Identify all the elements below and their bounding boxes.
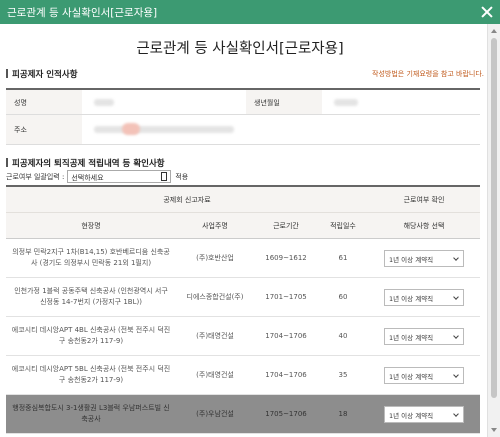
group-header-report: 공제회 신고자료 bbox=[163, 195, 211, 204]
period-cell: 1704~1706 bbox=[265, 370, 307, 379]
site-cell: 에코시티 데시앙APT 5BL 신축공사 (전북 전주시 덕진구 송천동2가 1… bbox=[11, 365, 171, 384]
col-employer: 사업주명 bbox=[202, 221, 228, 230]
col-site: 현장명 bbox=[81, 221, 101, 230]
address-value-redacted bbox=[82, 115, 480, 144]
section-heading-personal: 피공제자 인적사항 bbox=[6, 68, 78, 80]
col-select: 해당사항 선택 bbox=[403, 221, 445, 230]
birth-label: 생년월일 bbox=[246, 90, 322, 114]
work-type-select[interactable]: 1년 이상 계약직 bbox=[384, 249, 464, 267]
select-cell: 1년 이상 계약직 bbox=[368, 278, 480, 316]
period-cell: 1705~1706 bbox=[265, 409, 307, 418]
guide-notice[interactable]: 작성방법은 기재요령을 참고 바랍니다. bbox=[372, 69, 484, 79]
section-heading-records: 피공제자의 퇴직공제 적립내역 등 확인사항 bbox=[6, 157, 165, 169]
table-row: 의정부 민락2지구 1차(B14,15) 호반베르디움 신축공사 (경기도 의정… bbox=[6, 239, 480, 278]
chevron-down-icon bbox=[453, 371, 459, 378]
col-days: 적립일수 bbox=[330, 221, 356, 230]
table-row: 에코시티 데시앙APT 4BL 신축공사 (전북 전주시 덕진구 송천동2가 1… bbox=[6, 317, 480, 356]
site-cell: 행정중심복합도시 3-1생활권 L3블럭 우남퍼스트빌 신축공사 bbox=[12, 404, 170, 423]
bulk-input-select[interactable]: 선택하세요 bbox=[67, 170, 172, 183]
chevron-down-icon bbox=[453, 254, 459, 261]
select-cell: 1년 이상 계약직 bbox=[368, 395, 480, 433]
employer-cell: (주)호반산업 bbox=[196, 253, 234, 262]
close-icon[interactable] bbox=[479, 4, 495, 20]
scroll-down-icon[interactable] bbox=[491, 428, 497, 432]
table-row: 행정중심복합도시 3-1생활권 L3블럭 우남퍼스트빌 신축공사 (주)우남건설… bbox=[6, 395, 480, 434]
site-cell: 의정부 민락2지구 1차(B14,15) 호반베르디움 신축공사 (경기도 의정… bbox=[12, 248, 170, 267]
section-bar-icon bbox=[6, 69, 8, 78]
days-cell: 35 bbox=[338, 370, 348, 379]
table-group-header: 공제회 신고자료 근로여부 확인 bbox=[6, 187, 480, 213]
days-cell: 40 bbox=[338, 331, 348, 340]
site-cell: 에코시티 데시앙APT 4BL 신축공사 (전북 전주시 덕진구 송천동2가 1… bbox=[11, 326, 171, 345]
employer-cell: (주)태영건설 bbox=[196, 331, 234, 340]
select-cell: 1년 이상 계약직 bbox=[368, 317, 480, 355]
name-label: 성명 bbox=[6, 90, 82, 114]
info-row-address: 주소 bbox=[6, 115, 480, 145]
document-title: 근로관계 등 사실확인서[근로자용] bbox=[136, 41, 344, 57]
chevron-down-icon bbox=[453, 293, 459, 300]
bulk-input-label: 근로여부 일괄입력 : bbox=[6, 172, 65, 181]
personal-info-table: 성명 생년월일 주소 bbox=[6, 88, 480, 145]
section-bar-icon bbox=[6, 158, 8, 167]
work-type-select[interactable]: 1년 이상 계약직 bbox=[384, 327, 464, 345]
period-cell: 1704~1706 bbox=[265, 331, 307, 340]
employer-cell: (주)우남건설 bbox=[196, 409, 234, 418]
window-titlebar: 근로관계 등 사실확인서[근로자용] bbox=[0, 0, 500, 24]
chevron-down-icon bbox=[453, 410, 459, 417]
bulk-input-value: 선택하세요 bbox=[71, 174, 104, 182]
group-header-confirm: 근로여부 확인 bbox=[403, 195, 445, 204]
col-period: 근로기간 bbox=[273, 221, 299, 230]
scroll-up-icon[interactable] bbox=[491, 29, 497, 33]
calendar-icon[interactable] bbox=[161, 172, 168, 181]
work-type-select[interactable]: 1년 이상 계약직 bbox=[384, 288, 464, 306]
select-cell: 1년 이상 계약직 bbox=[368, 239, 480, 277]
bulk-input-filter: 근로여부 일괄입력 : 선택하세요 적용 bbox=[6, 170, 188, 183]
period-cell: 1701~1705 bbox=[265, 292, 307, 301]
records-table: 공제회 신고자료 근로여부 확인 현장명 사업주명 근로기간 적립일수 해당사항… bbox=[6, 185, 480, 434]
work-type-select[interactable]: 1년 이상 계약직 bbox=[384, 366, 464, 384]
table-column-header: 현장명 사업주명 근로기간 적립일수 해당사항 선택 bbox=[6, 213, 480, 239]
employer-cell: 디에스종합건설(주) bbox=[186, 292, 244, 301]
days-cell: 60 bbox=[338, 292, 348, 301]
work-type-select[interactable]: 1년 이상 계약직 bbox=[384, 405, 464, 423]
employer-cell: (주)태영건설 bbox=[196, 370, 234, 379]
table-row: 에코시티 데시앙APT 5BL 신축공사 (전북 전주시 덕진구 송천동2가 1… bbox=[6, 356, 480, 395]
address-label: 주소 bbox=[6, 115, 82, 144]
site-cell: 인천가정 1블럭 공동주택 신축공사 (인천광역시 서구 신정동 14-7번지 … bbox=[14, 287, 168, 306]
info-row-name: 성명 생년월일 bbox=[6, 90, 480, 115]
window-title: 근로관계 등 사실확인서[근로자용] bbox=[7, 7, 158, 19]
birth-value-redacted bbox=[322, 90, 480, 114]
days-cell: 18 bbox=[338, 409, 348, 418]
select-cell: 1년 이상 계약직 bbox=[368, 356, 480, 394]
apply-button[interactable]: 적용 bbox=[175, 172, 188, 182]
period-cell: 1609~1612 bbox=[265, 253, 307, 262]
chevron-down-icon bbox=[453, 332, 459, 339]
scrollbar-thumb[interactable] bbox=[491, 38, 497, 398]
table-row: 인천가정 1블럭 공동주택 신축공사 (인천광역시 서구 신정동 14-7번지 … bbox=[6, 278, 480, 317]
vertical-scrollbar[interactable] bbox=[487, 24, 500, 437]
name-value-redacted bbox=[82, 90, 246, 114]
days-cell: 61 bbox=[338, 253, 348, 262]
